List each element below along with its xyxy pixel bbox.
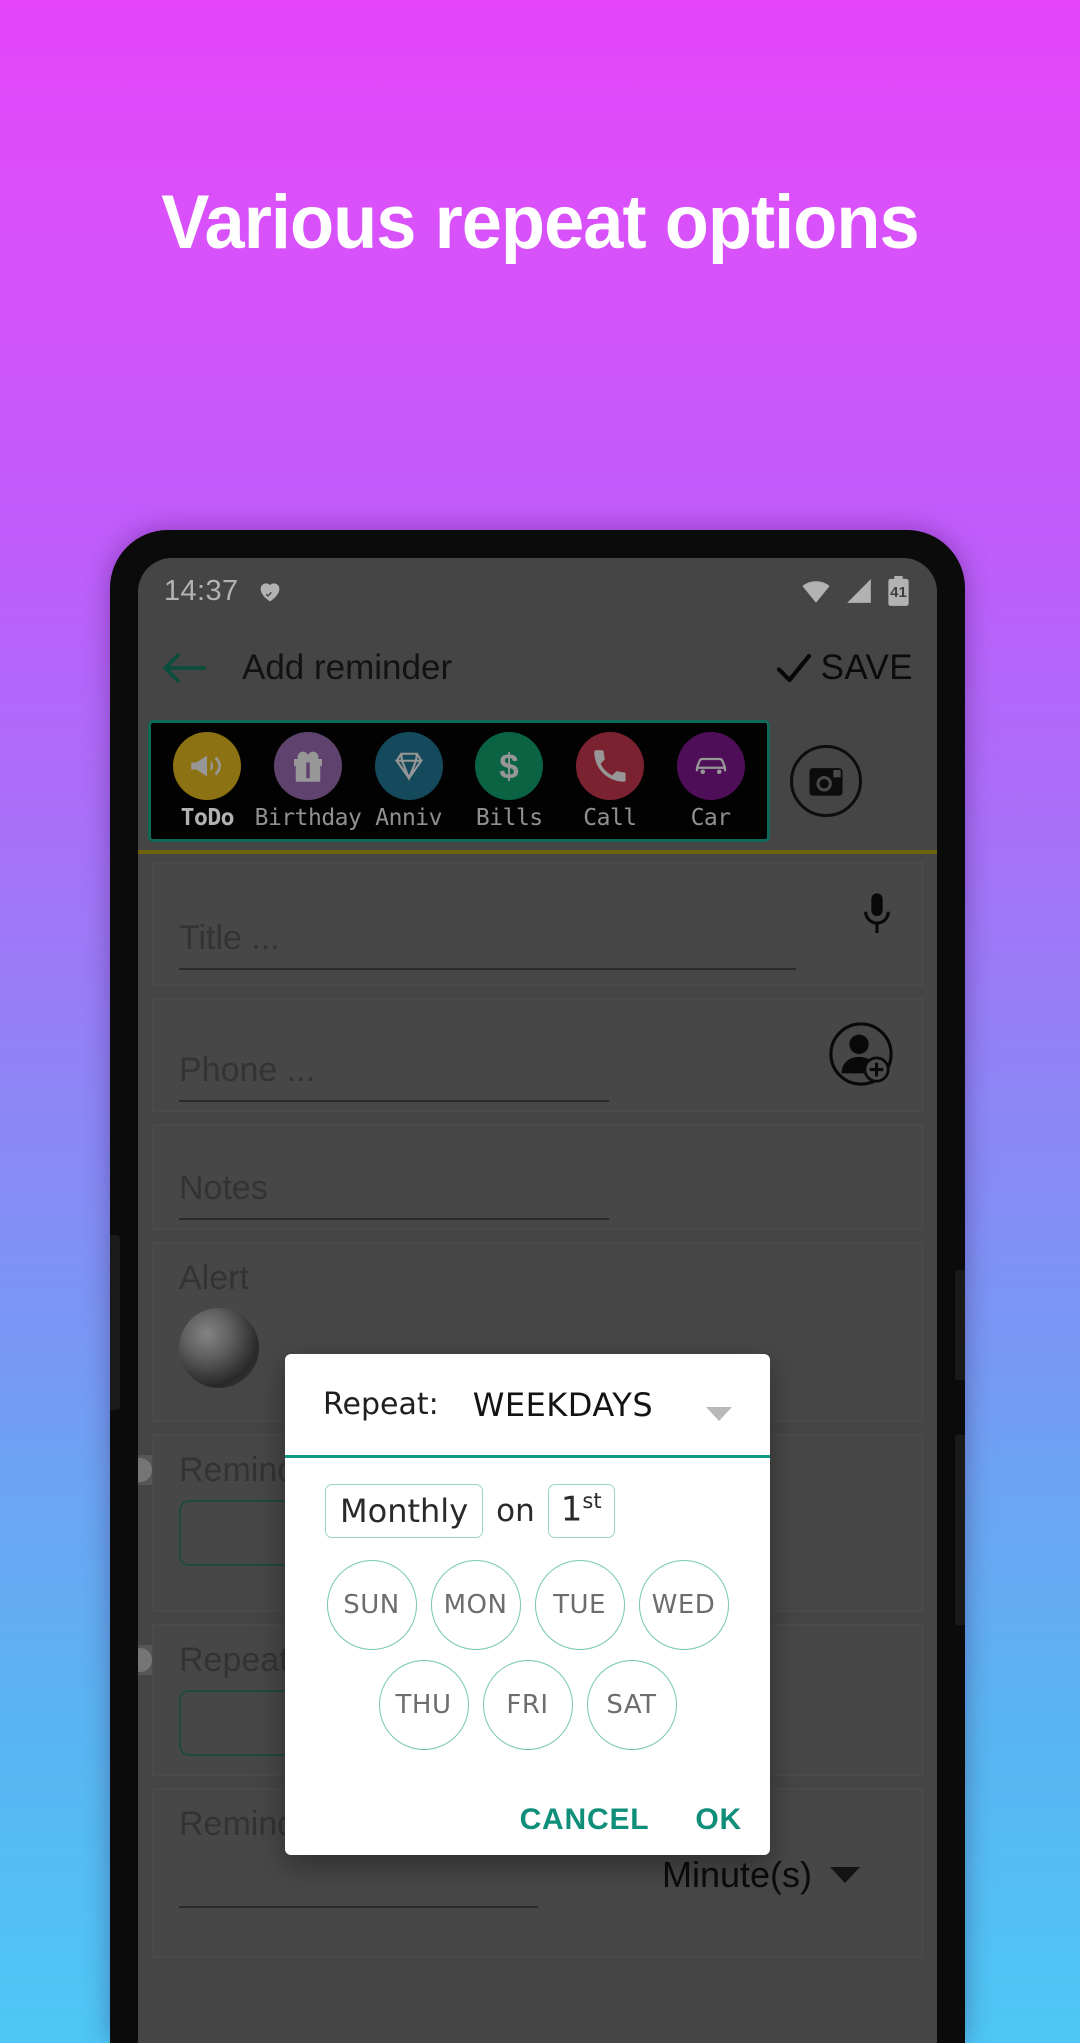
monthly-rule-row: Monthly on 1st bbox=[309, 1484, 746, 1538]
svg-text:$: $ bbox=[500, 747, 519, 786]
category-icon-bubble: $ bbox=[475, 731, 544, 800]
repeat-dialog-body: Monthly on 1st SUN MON TUE WED THU FRI S… bbox=[285, 1458, 770, 1750]
device-button-power[interactable] bbox=[955, 1435, 965, 1625]
alert-label: Alert bbox=[179, 1259, 249, 1297]
weekday-sun[interactable]: SUN bbox=[326, 1560, 417, 1650]
car-icon bbox=[695, 757, 726, 774]
weekday-row-1: SUN MON TUE WED bbox=[309, 1560, 746, 1650]
status-notification-icons bbox=[255, 577, 285, 605]
battery-level: 41 bbox=[890, 584, 907, 601]
app-bar: Add reminder SAVE bbox=[138, 624, 937, 712]
repeat-dialog-label: Repeat: bbox=[323, 1387, 439, 1422]
category-icon-bubble bbox=[374, 731, 443, 800]
notes-input-underline bbox=[179, 1218, 610, 1220]
back-arrow-icon[interactable] bbox=[162, 652, 206, 684]
remind-before-unit-dropdown[interactable]: Minute(s) bbox=[179, 1854, 896, 1896]
repeat-dialog-actions: CANCEL OK bbox=[520, 1803, 742, 1837]
ordinal-suffix: st bbox=[582, 1489, 602, 1514]
status-system-icons: 41 bbox=[800, 575, 911, 607]
alert-sound-disc[interactable] bbox=[179, 1308, 259, 1388]
save-button[interactable]: SAVE bbox=[776, 648, 913, 688]
repeat-dialog-header[interactable]: Repeat: WEEKDAYS bbox=[285, 1354, 770, 1458]
category-chip-bills[interactable]: $ Bills bbox=[462, 731, 556, 831]
device-button-volume[interactable] bbox=[955, 1270, 965, 1380]
category-chip-car[interactable]: Car bbox=[664, 731, 758, 831]
repeat-dialog: Repeat: WEEKDAYS Monthly on 1st SUN MON … bbox=[285, 1354, 770, 1855]
device-button-left[interactable] bbox=[110, 1235, 120, 1410]
category-icon-bubble bbox=[676, 731, 745, 800]
remind-before-unit-value: Minute(s) bbox=[661, 1854, 812, 1895]
status-bar: 14:37 41 bbox=[138, 558, 937, 624]
category-chip-label: Anniv bbox=[375, 804, 443, 831]
weekday-thu[interactable]: THU bbox=[378, 1660, 469, 1750]
camera-icon bbox=[809, 768, 843, 796]
category-icon-bubble bbox=[273, 731, 342, 800]
megaphone-icon bbox=[191, 755, 222, 776]
title-input-underline bbox=[179, 968, 796, 970]
repeat-dialog-value: WEEKDAYS bbox=[472, 1385, 654, 1424]
phone-input-underline bbox=[179, 1100, 610, 1102]
monthly-frequency-pill[interactable]: Monthly bbox=[325, 1484, 484, 1538]
camera-button[interactable] bbox=[790, 745, 862, 817]
ok-button[interactable]: OK bbox=[695, 1803, 742, 1837]
heart-check-icon bbox=[260, 583, 279, 602]
title-input-placeholder: Title ... bbox=[179, 919, 280, 957]
category-chip-label: ToDo bbox=[180, 804, 235, 831]
phone-input-placeholder: Phone ... bbox=[179, 1051, 316, 1089]
chevron-down-icon[interactable] bbox=[706, 1406, 732, 1421]
category-chip-call[interactable]: Call bbox=[563, 731, 657, 831]
field-card-title[interactable]: Title ... bbox=[152, 862, 923, 986]
cell-signal-icon bbox=[847, 579, 871, 603]
category-chip-strip: ToDo Birthday Anniv $ Bills Call Car bbox=[138, 712, 937, 850]
weekday-wed[interactable]: WED bbox=[638, 1560, 729, 1650]
weekday-sat[interactable]: SAT bbox=[586, 1660, 677, 1750]
category-chip-label: Car bbox=[690, 804, 732, 831]
save-button-label: SAVE bbox=[820, 648, 913, 687]
wifi-icon bbox=[802, 581, 830, 603]
monthly-day-ordinal[interactable]: 1st bbox=[547, 1484, 615, 1538]
microphone-icon[interactable] bbox=[860, 891, 894, 941]
category-chip-label: Birthday bbox=[254, 804, 362, 831]
category-chip-birthday[interactable]: Birthday bbox=[255, 731, 362, 831]
add-contact-icon[interactable] bbox=[828, 1021, 894, 1087]
field-card-notes[interactable]: Notes bbox=[152, 1124, 923, 1230]
dollar-icon: $ bbox=[500, 747, 519, 786]
phone-icon bbox=[594, 749, 626, 782]
field-card-phone[interactable]: Phone ... bbox=[152, 998, 923, 1112]
page-headline: Various repeat options bbox=[161, 180, 919, 265]
monthly-on-label: on bbox=[496, 1493, 535, 1529]
cancel-button[interactable]: CANCEL bbox=[520, 1803, 650, 1837]
category-chip-list: ToDo Birthday Anniv $ Bills Call Car bbox=[148, 720, 770, 842]
category-chip-anniv[interactable]: Anniv bbox=[362, 731, 456, 831]
weekday-fri[interactable]: FRI bbox=[482, 1660, 573, 1750]
chevron-down-icon bbox=[830, 1867, 860, 1883]
battery-icon: 41 bbox=[886, 575, 911, 607]
weekday-row-2: THU FRI SAT bbox=[309, 1660, 746, 1750]
status-time: 14:37 bbox=[164, 574, 239, 607]
weekday-mon[interactable]: MON bbox=[430, 1560, 521, 1650]
notes-input-placeholder: Notes bbox=[179, 1169, 268, 1207]
category-chip-label: Bills bbox=[475, 804, 543, 831]
category-chip-todo[interactable]: ToDo bbox=[160, 731, 254, 831]
remind-before-underline bbox=[179, 1906, 538, 1908]
category-chip-label: Call bbox=[583, 804, 637, 831]
gift-icon bbox=[293, 751, 322, 782]
ordinal-number: 1 bbox=[560, 1489, 583, 1530]
page-title: Add reminder bbox=[242, 648, 453, 687]
category-icon-bubble bbox=[575, 731, 644, 800]
check-icon bbox=[776, 653, 811, 683]
weekday-tue[interactable]: TUE bbox=[534, 1560, 625, 1650]
phone-device-frame: 14:37 41 Add reminder SAVE ToDo Birthday… bbox=[110, 530, 965, 2043]
category-icon-bubble bbox=[173, 731, 242, 800]
diamond-icon bbox=[394, 752, 423, 781]
